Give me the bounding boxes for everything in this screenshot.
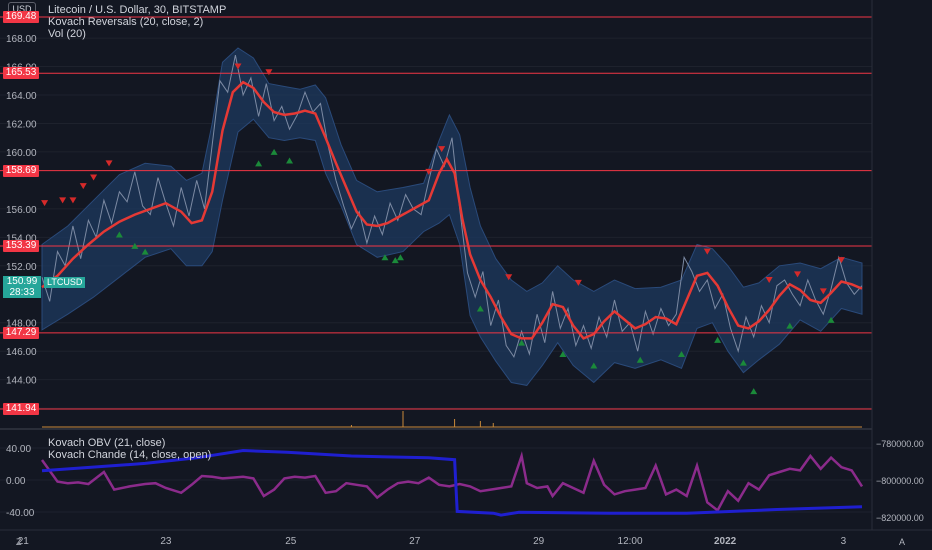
level-price-tag: 158.69 [3, 164, 39, 177]
indicator-kovach-chande[interactable]: Kovach Chande (14, close, open) [48, 449, 211, 461]
price-chart[interactable]: 168.00166.00164.00162.00160.00156.00154.… [0, 0, 932, 550]
chande-tick-label: 0.00 [6, 476, 26, 487]
time-tick-label: 27 [409, 536, 421, 547]
time-tick-label: 3 [841, 536, 847, 547]
lower-legend: Kovach OBV (21, close) Kovach Chande (14… [48, 437, 211, 461]
indicator-volume[interactable]: Vol (20) [48, 28, 226, 40]
obv-tick-label: −820000.00 [876, 513, 924, 523]
price-tick-label: 164.00 [6, 91, 37, 102]
level-price-tag: 169.48 [3, 11, 39, 23]
time-tick-label: 29 [533, 536, 545, 547]
bar-countdown: 28:33 [9, 287, 35, 298]
symbol-tag: LTCUSD [44, 277, 86, 288]
price-tick-label: 160.00 [6, 148, 37, 159]
time-tick-label: 2022 [714, 536, 737, 547]
price-tick-label: 168.00 [6, 34, 37, 45]
indicator-kovach-reversals[interactable]: Kovach Reversals (20, close, 2) [48, 16, 226, 28]
time-tick-label: 12:00 [618, 536, 643, 547]
level-price-tag: 153.39 [3, 240, 39, 253]
obv-tick-label: −780000.00 [876, 439, 924, 449]
level-price-tag: 141.94 [3, 403, 39, 415]
level-price-tag: 165.53 [3, 67, 39, 80]
chande-tick-label: -40.00 [6, 508, 35, 519]
price-tick-label: 146.00 [6, 347, 37, 358]
chande-tick-label: 40.00 [6, 444, 31, 455]
obv-tick-label: −800000.00 [876, 476, 924, 486]
current-price-tag: 150.99 28:33 [3, 276, 41, 298]
current-price-value: 150.99 [6, 276, 38, 287]
zoom-button[interactable]: Z [16, 537, 22, 547]
price-tick-label: 162.00 [6, 119, 37, 130]
symbol-title[interactable]: Litecoin / U.S. Dollar, 30, BITSTAMP [48, 4, 226, 16]
main-legend: Litecoin / U.S. Dollar, 30, BITSTAMP Kov… [48, 4, 226, 40]
time-tick-label: 25 [285, 536, 297, 547]
price-tick-label: 144.00 [6, 376, 37, 387]
auto-scale-button[interactable]: A [899, 537, 905, 547]
time-tick-label: 23 [160, 536, 172, 547]
price-tick-label: 152.00 [6, 262, 37, 273]
indicator-kovach-obv[interactable]: Kovach OBV (21, close) [48, 437, 211, 449]
price-tick-label: 156.00 [6, 205, 37, 216]
level-price-tag: 147.29 [3, 326, 39, 339]
